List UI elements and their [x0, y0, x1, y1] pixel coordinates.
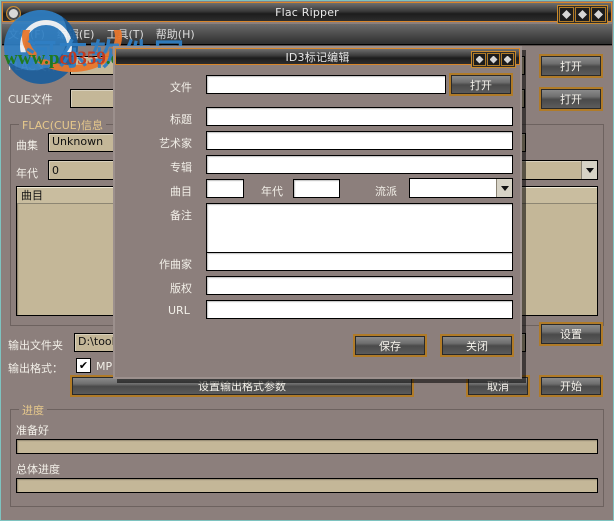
dialog-artist-input[interactable] — [206, 131, 513, 150]
dialog-close-button[interactable]: 关闭 — [440, 334, 514, 357]
dialog-year-label: 年代 — [261, 185, 283, 198]
dialog-genre-combo[interactable] — [409, 178, 513, 198]
overall-progress-label: 总体进度 — [16, 463, 60, 476]
dialog-album-input[interactable] — [206, 155, 513, 174]
album-label: 曲集 — [16, 139, 38, 152]
current-progress-bar — [16, 439, 598, 454]
progress-group-title: 进度 — [19, 402, 47, 418]
chevron-down-icon[interactable] — [581, 161, 597, 179]
year-label: 年代 — [16, 167, 38, 180]
cue-file-label: CUE文件 — [8, 93, 53, 106]
dialog-save-button[interactable]: 保存 — [353, 334, 427, 357]
dialog-album-label: 专辑 — [170, 161, 192, 174]
output-format-name: MP — [96, 360, 113, 373]
dialog-window-controls — [471, 51, 516, 68]
dialog-comment-label: 备注 — [170, 209, 192, 222]
dialog-title: ID3标记编辑 — [285, 50, 350, 64]
maximize-icon[interactable] — [575, 7, 590, 22]
dialog-titlebar[interactable]: ID3标记编辑 — [115, 48, 520, 68]
dialog-minimize-icon[interactable] — [473, 53, 486, 66]
dialog-url-input[interactable] — [206, 300, 513, 319]
dialog-title-input[interactable] — [206, 107, 513, 126]
watermark-url-prefix: www.p — [4, 48, 60, 69]
dialog-year-input[interactable] — [293, 179, 340, 198]
progress-status-text: 准备好 — [16, 424, 49, 437]
dialog-artist-label: 艺术家 — [159, 137, 192, 150]
dialog-composer-label: 作曲家 — [159, 258, 192, 271]
dialog-url-label: URL — [168, 304, 190, 317]
dialog-maximize-icon[interactable] — [487, 53, 500, 66]
output-format-checkbox[interactable]: ✔ — [76, 358, 91, 373]
dialog-genre-label: 流派 — [375, 185, 397, 198]
cue-file-row: CUE文件 — [8, 91, 64, 107]
main-window-controls — [557, 5, 608, 24]
dialog-title-label: 标题 — [170, 113, 192, 126]
dialog-copyright-input[interactable] — [206, 276, 513, 295]
watermark-site-url: www.pc0359.cn — [4, 48, 130, 70]
dialog-composer-input[interactable] — [206, 252, 513, 271]
output-settings-button[interactable]: 设置 — [539, 322, 603, 346]
app-screen: Flac Ripper 文件(F) 编辑(E) 工具(T) 帮助(H) FLAC… — [0, 0, 614, 521]
dialog-file-open-button[interactable]: 打开 — [449, 73, 513, 96]
dialog-track-label: 曲目 — [170, 185, 192, 198]
flac-open-button[interactable]: 打开 — [539, 54, 603, 78]
dialog-genre-chevron-down-icon[interactable] — [496, 179, 512, 197]
watermark-url-mid: c0359 — [59, 48, 106, 69]
flac-info-group-title: FLAC(CUE)信息 — [19, 117, 106, 133]
dialog-track-input[interactable] — [206, 179, 244, 198]
output-format-label: 输出格式： — [8, 362, 63, 375]
main-titlebar[interactable]: Flac Ripper — [2, 2, 612, 24]
dialog-copyright-label: 版权 — [170, 282, 192, 295]
overall-progress-bar — [16, 478, 598, 493]
dialog-comment-textarea[interactable] — [206, 203, 513, 255]
dialog-file-label: 文件 — [170, 81, 192, 94]
dialog-file-input[interactable] — [206, 75, 446, 94]
close-icon[interactable] — [591, 7, 606, 22]
main-window-title: Flac Ripper — [275, 5, 339, 19]
id3-tag-dialog: ID3标记编辑 文件 打开 标题 艺术家 专辑 曲目 年代 流派 备注 作曲家 … — [113, 46, 522, 379]
cue-open-button[interactable]: 打开 — [539, 87, 603, 111]
dialog-close-icon[interactable] — [501, 53, 514, 66]
output-folder-label: 输出文件夹 — [8, 339, 63, 352]
start-button[interactable]: 开始 — [539, 375, 603, 397]
minimize-icon[interactable] — [559, 7, 574, 22]
